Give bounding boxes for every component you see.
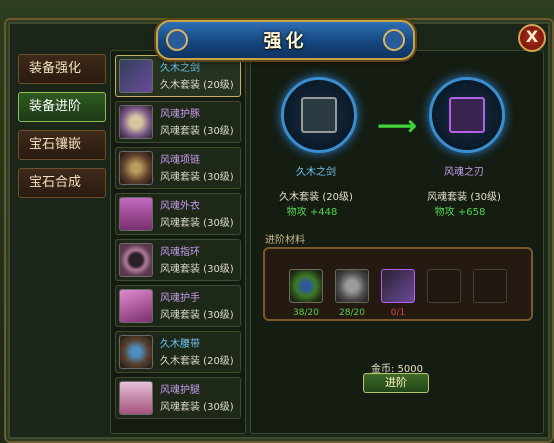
item-name: 风魂护豚 [160,109,200,120]
belt-icon [119,105,153,139]
item-name: 风魂指环 [160,247,200,258]
tab-gem-synthesis[interactable]: 宝石合成 [18,168,106,198]
advance-panel: ⟶ 久木之剑 久木套装 (20级) 物攻 +448 风魂之刃 风魂套装 (30级… [250,50,544,434]
item-set: 风魂套装 (30级) [160,310,234,321]
item-set: 风魂套装 (30级) [160,264,234,275]
tab-bar: 装备强化 装备进阶 宝石镶嵌 宝石合成 [18,54,110,206]
item-name: 风魂护手 [160,293,200,304]
slot-count: 28/20 [339,308,365,318]
slot-count: 0/1 [390,308,406,318]
item-set: 风魂套装 (30级) [160,126,234,137]
tab-label: 宝石合成 [29,175,82,190]
item-set: 风魂套装 (30级) [160,172,234,183]
item-name: 风魂外衣 [160,201,200,212]
list-item[interactable]: 风魂项链 风魂套装 (30级) [115,147,241,189]
equipment-list: 久木之剑 久木套装 (20级) 风魂护豚 风魂套装 (30级) 风魂项链 风魂套… [110,50,246,434]
close-button[interactable]: X [518,24,546,52]
source-item-circle [281,77,357,153]
tab-label: 宝石镶嵌 [29,137,82,152]
herb-icon[interactable] [289,269,323,303]
ring-icon [119,243,153,277]
sword-icon [301,97,337,133]
window-title: 强化 [263,31,308,52]
item-name: 久木之剑 [160,63,200,74]
item-name: 风魂护腿 [160,385,200,396]
list-item[interactable]: 风魂指环 风魂套装 (30级) [115,239,241,281]
empty-slot-icon [473,269,507,303]
item-name: 久木腰带 [160,339,200,350]
tab-label: 装备强化 [29,61,82,76]
banner-ornament-icon [383,29,405,51]
target-item-circle [429,77,505,153]
close-icon: X [525,27,539,46]
target-item-name: 风魂之刃 [444,167,484,178]
item-set: 久木套装 (20级) [160,356,234,367]
list-item[interactable]: 风魂外衣 风魂套装 (30级) [115,193,241,235]
tab-equip-advance[interactable]: 装备进阶 [18,92,106,122]
title-banner: 强化 [156,20,415,60]
right-arrow-icon: ⟶ [377,109,418,142]
item-set: 风魂套装 (30级) [160,218,234,229]
enhance-window: 强化 X 装备强化 装备进阶 宝石镶嵌 宝石合成 久木之剑 久木套装 (20级)… [4,18,554,443]
tab-equip-enhance[interactable]: 装备强化 [18,54,106,84]
list-item[interactable]: 久木腰带 久木套装 (20级) [115,331,241,373]
list-item[interactable]: 久木之剑 久木套装 (20级) [115,55,241,97]
slot-count: 38/20 [293,308,319,318]
source-item-set: 久木套装 (20级) [279,192,353,203]
source-item-name: 久木之剑 [296,167,336,178]
item-name: 风魂项链 [160,155,200,166]
armor-icon [119,197,153,231]
target-item-stat: 物攻 +658 [434,207,486,218]
tab-label: 装备进阶 [29,99,82,114]
necklace-icon [119,151,153,185]
list-item[interactable]: 风魂护腿 风魂套装 (30级) [115,377,241,419]
advance-button[interactable]: 进阶 [363,373,429,393]
tab-gem-inlay[interactable]: 宝石镶嵌 [18,130,106,160]
materials-label: 进阶材料 [265,235,305,246]
blade-icon [449,97,485,133]
item-set: 久木套装 (20级) [160,80,234,91]
ore-icon[interactable] [335,269,369,303]
target-item-set: 风魂套装 (30级) [427,192,501,203]
gauntlet-icon [119,289,153,323]
sword-icon[interactable] [381,269,415,303]
item-set: 风魂套装 (30级) [160,402,234,413]
waist-belt-icon [119,335,153,369]
materials-frame: 38/20 28/20 0/1 [263,247,533,321]
list-item[interactable]: 风魂护手 风魂套装 (30级) [115,285,241,327]
empty-slot-icon [427,269,461,303]
leggings-icon [119,381,153,415]
sword-icon [119,59,153,93]
list-item[interactable]: 风魂护豚 风魂套装 (30级) [115,101,241,143]
source-item-stat: 物攻 +448 [286,207,338,218]
